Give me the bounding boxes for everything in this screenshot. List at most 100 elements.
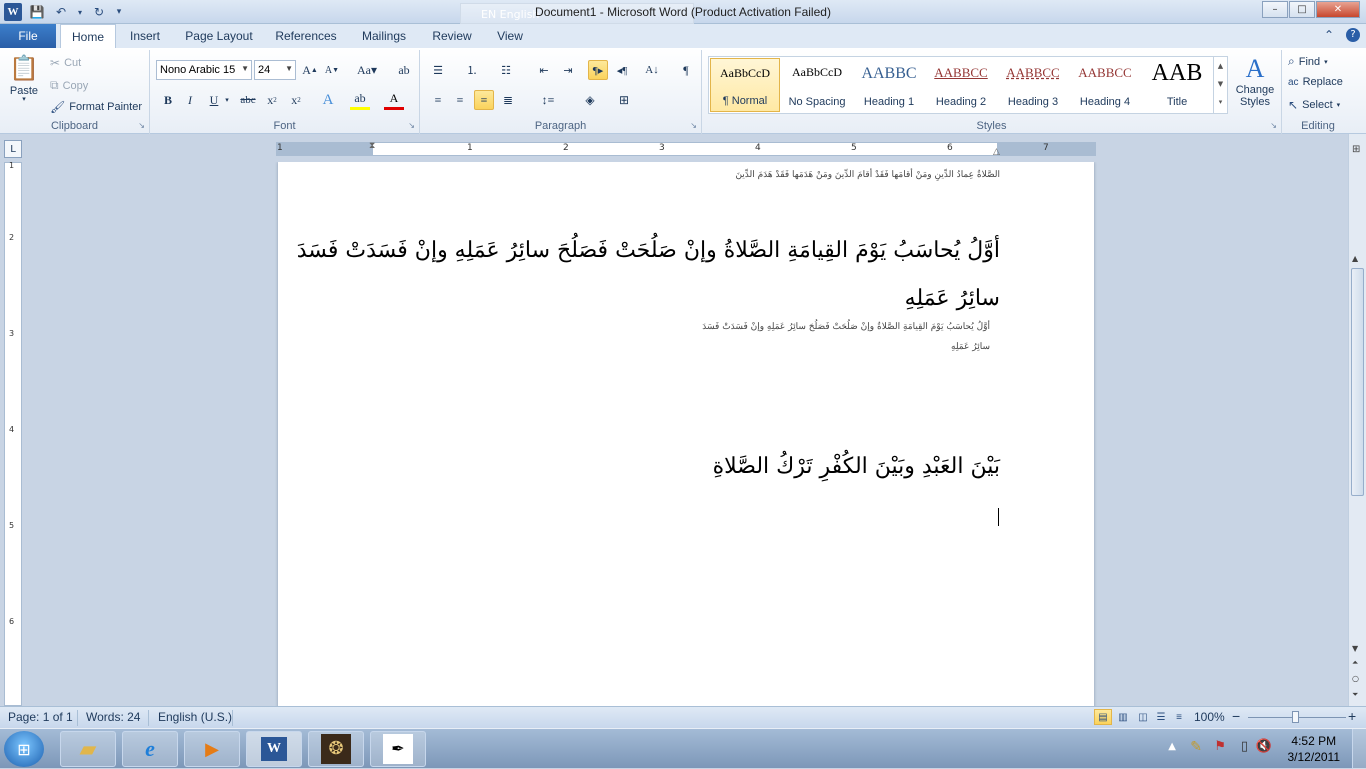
style-heading-3[interactable]: AABBCC Heading 3 xyxy=(998,58,1068,112)
font-launcher-icon[interactable]: ↘ xyxy=(408,121,415,130)
volume-muted-icon[interactable]: 🔇 xyxy=(1256,739,1272,754)
style-no-spacing[interactable]: AaBbCcD No Spacing xyxy=(782,58,852,112)
underline-icon[interactable]: U xyxy=(204,90,224,110)
scroll-down-icon[interactable]: ▼ xyxy=(1352,644,1358,653)
tab-view[interactable]: View xyxy=(488,24,532,48)
browse-object-icon[interactable]: ○ xyxy=(1352,674,1359,683)
replace-button[interactable]: ac Replace xyxy=(1288,76,1343,88)
clipboard-launcher-icon[interactable]: ↘ xyxy=(138,121,145,130)
bullets-icon[interactable]: ☰ xyxy=(428,60,448,80)
increase-indent-icon[interactable]: ⇥ xyxy=(558,60,578,80)
arabic-line-small-1[interactable]: أوَّلُ يُحاسَبُ يَوْمَ القِيامَةِ الصَّل… xyxy=(702,322,990,332)
numbering-icon[interactable]: ⒈ xyxy=(462,60,482,80)
style-title[interactable]: AAB Title xyxy=(1142,58,1212,112)
clear-formatting-icon[interactable]: ab xyxy=(394,60,414,80)
select-button[interactable]: ↖ Select ▾ xyxy=(1288,98,1340,112)
style-heading-4[interactable]: AABBCC Heading 4 xyxy=(1070,58,1140,112)
text-effects-icon[interactable]: A xyxy=(318,90,338,110)
arabic-line-small-top[interactable]: الصَّلاةُ عِمادُ الدِّينِ ومَنْ أقامَها … xyxy=(735,170,1000,180)
justify-icon[interactable]: ≣ xyxy=(498,90,518,110)
font-name-combo[interactable]: Nono Arabic 15 ▼ xyxy=(156,60,252,80)
next-page-icon[interactable]: ⏷ xyxy=(1352,690,1358,700)
sort-icon[interactable]: A↓ xyxy=(642,60,662,80)
taskbar-app-ornament[interactable]: ❂ xyxy=(308,731,364,767)
arabic-line-large-2[interactable]: سائِرُ عَمَلِهِ xyxy=(905,286,1000,311)
page-count[interactable]: Page: 1 of 1 xyxy=(8,710,73,724)
tab-page-layout[interactable]: Page Layout xyxy=(180,24,258,48)
tab-home[interactable]: Home xyxy=(60,24,116,48)
zoom-out-button[interactable]: − xyxy=(1232,708,1240,724)
maximize-button[interactable]: □ xyxy=(1289,1,1315,18)
taskbar-app-calligraphy[interactable]: ✒ xyxy=(370,731,426,767)
font-size-combo[interactable]: 24 ▼ xyxy=(254,60,296,80)
show-hidden-icons-icon[interactable]: ▲ xyxy=(1168,741,1176,752)
cut-button[interactable]: ✂ Cut xyxy=(50,56,81,70)
document-page[interactable]: الصَّلاةُ عِمادُ الدِّينِ ومَنْ أقامَها … xyxy=(278,162,1094,706)
line-spacing-icon[interactable]: ↕≡ xyxy=(538,90,558,110)
right-indent-marker-icon[interactable]: △ xyxy=(993,147,1000,157)
shading-icon[interactable]: ◈ xyxy=(580,90,600,110)
italic-icon[interactable]: I xyxy=(180,90,200,110)
shrink-font-icon[interactable]: A ▼ xyxy=(322,60,342,80)
full-screen-reading-icon[interactable]: ▥ xyxy=(1114,709,1132,725)
decrease-indent-icon[interactable]: ⇤ xyxy=(534,60,554,80)
taskbar-internet-explorer[interactable]: e xyxy=(122,731,178,767)
change-case-icon[interactable]: Aa▾ xyxy=(354,60,380,80)
paragraph-launcher-icon[interactable]: ↘ xyxy=(690,121,697,130)
change-styles-button[interactable]: A Change Styles xyxy=(1232,54,1278,108)
help-icon[interactable]: ? xyxy=(1346,28,1360,42)
tab-mailings[interactable]: Mailings xyxy=(354,24,414,48)
styles-launcher-icon[interactable]: ↘ xyxy=(1270,121,1277,130)
indent-marker-icon[interactable]: ⧗ xyxy=(369,141,375,151)
zoom-in-button[interactable]: + xyxy=(1348,708,1356,724)
superscript-icon[interactable]: x2 xyxy=(286,90,306,110)
zoom-slider-knob[interactable] xyxy=(1292,711,1299,723)
print-layout-icon[interactable]: ▤ xyxy=(1094,709,1112,725)
multilevel-list-icon[interactable]: ☷ xyxy=(496,60,516,80)
horizontal-ruler[interactable]: 1 1 2 3 4 5 6 7 ⧗ △ xyxy=(276,141,1096,157)
web-layout-icon[interactable]: ◫ xyxy=(1134,709,1152,725)
vertical-ruler[interactable]: 1 2 3 4 5 6 xyxy=(4,161,22,706)
action-center-icon[interactable]: ⚑ xyxy=(1214,739,1226,754)
tab-selector-icon[interactable]: L xyxy=(4,140,22,158)
style-heading-1[interactable]: AABBC Heading 1 xyxy=(854,58,924,112)
strikethrough-icon[interactable]: abc xyxy=(238,90,258,110)
tab-references[interactable]: References xyxy=(270,24,342,48)
taskbar-media-player[interactable]: ▶ xyxy=(184,731,240,767)
highlight-icon[interactable]: ab xyxy=(350,90,370,110)
zoom-level[interactable]: 100% xyxy=(1194,710,1225,724)
tab-file[interactable]: File xyxy=(0,24,56,48)
draft-view-icon[interactable]: ≡ xyxy=(1170,709,1188,725)
arabic-line-large-3[interactable]: بَيْنَ العَبْدِ وبَيْنَ الكُفْرِ تَرْكُ … xyxy=(713,454,1000,479)
copy-button[interactable]: ⧉ Copy xyxy=(50,78,88,93)
grow-font-icon[interactable]: A ▲ xyxy=(300,60,320,80)
arabic-line-small-2[interactable]: سائِرُ عَمَلِهِ xyxy=(951,342,990,352)
outline-view-icon[interactable]: ☰ xyxy=(1152,709,1170,725)
pen-tray-icon[interactable]: ✎ xyxy=(1190,739,1202,755)
format-painter-button[interactable]: 🖌 Format Painter xyxy=(50,100,142,114)
start-button[interactable]: ⊞ xyxy=(4,731,44,767)
scroll-up-icon[interactable]: ▲ xyxy=(1352,254,1358,263)
arabic-line-large-1[interactable]: أوَّلُ يُحاسَبُ يَوْمَ القِيامَةِ الصَّل… xyxy=(297,238,1000,263)
right-to-left-icon[interactable]: ◂¶ xyxy=(612,60,632,80)
close-button[interactable]: ✕ xyxy=(1316,1,1360,18)
minimize-button[interactable]: – xyxy=(1262,1,1288,18)
show-desktop-button[interactable] xyxy=(1352,729,1366,769)
word-count[interactable]: Words: 24 xyxy=(86,710,140,724)
minimize-ribbon-icon[interactable]: ⌃ xyxy=(1324,28,1334,42)
paste-button[interactable]: 📋 Paste ▾ xyxy=(8,54,40,103)
font-color-icon[interactable]: A xyxy=(384,90,404,110)
taskbar-explorer[interactable]: ▰ xyxy=(60,731,116,767)
subscript-icon[interactable]: x2 xyxy=(262,90,282,110)
bold-icon[interactable]: B xyxy=(158,90,178,110)
style-heading-2[interactable]: AABBCC Heading 2 xyxy=(926,58,996,112)
borders-icon[interactable]: ⊞ xyxy=(614,90,634,110)
battery-icon[interactable]: ▯ xyxy=(1241,739,1248,754)
scrollbar-thumb[interactable] xyxy=(1351,268,1364,496)
left-to-right-icon[interactable]: ¶▸ xyxy=(588,60,608,80)
system-clock[interactable]: 4:52 PM 3/12/2011 xyxy=(1288,733,1341,765)
ruler-toggle-icon[interactable]: ⊞ xyxy=(1352,144,1360,155)
find-button[interactable]: ⌕ Find ▾ xyxy=(1288,54,1328,69)
prev-page-icon[interactable]: ⏶ xyxy=(1352,658,1358,668)
align-right-icon[interactable]: ≡ xyxy=(474,90,494,110)
